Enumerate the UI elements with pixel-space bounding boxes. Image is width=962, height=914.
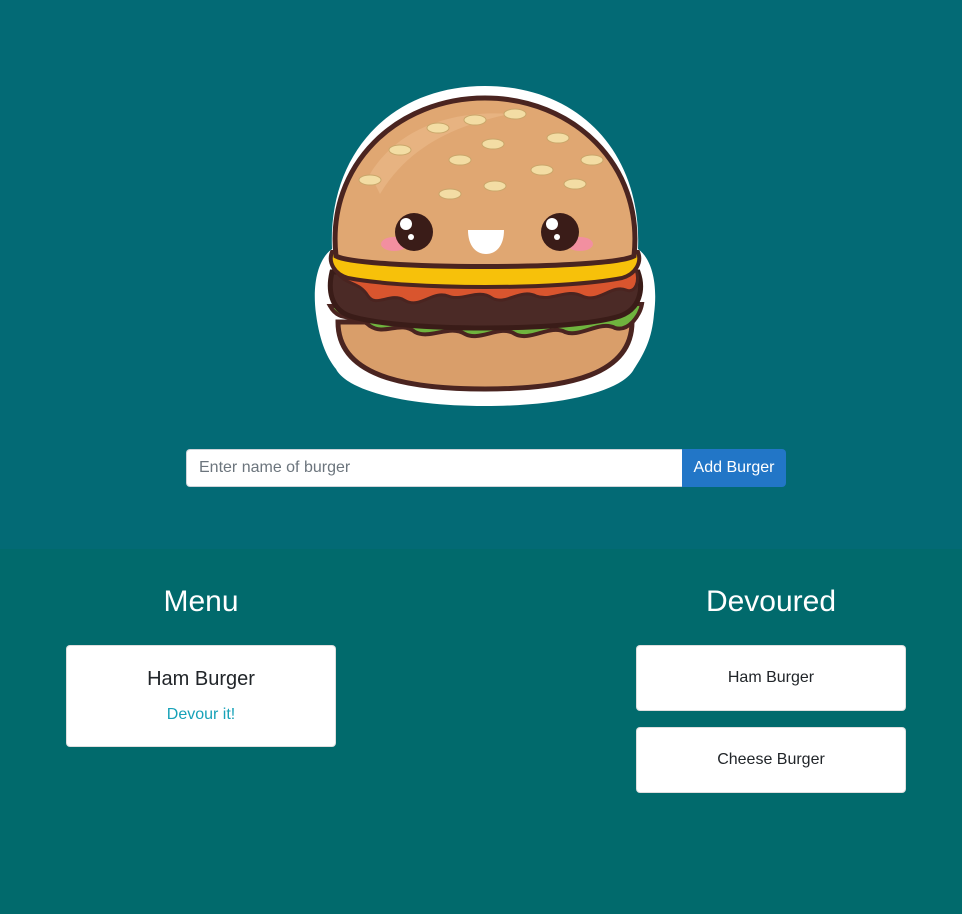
- add-burger-form: Add Burger: [186, 449, 786, 487]
- devoured-heading: Devoured: [705, 585, 837, 618]
- devoured-burger-name: Ham Burger: [727, 669, 815, 686]
- menu-burger-card: Ham Burger Devour it!: [66, 645, 336, 747]
- add-burger-button[interactable]: Add Burger: [682, 449, 786, 487]
- menu-heading: Menu: [163, 585, 239, 618]
- devour-it-button[interactable]: Devour it!: [67, 705, 335, 725]
- burger-name-input[interactable]: [186, 449, 682, 487]
- devoured-burger-card: Cheese Burger: [636, 727, 906, 793]
- devoured-burger-card: Ham Burger: [636, 645, 906, 711]
- smiling-burger-icon: [314, 86, 656, 406]
- devoured-burger-name: Cheese Burger: [717, 751, 825, 768]
- menu-burger-name: Ham Burger: [147, 668, 255, 690]
